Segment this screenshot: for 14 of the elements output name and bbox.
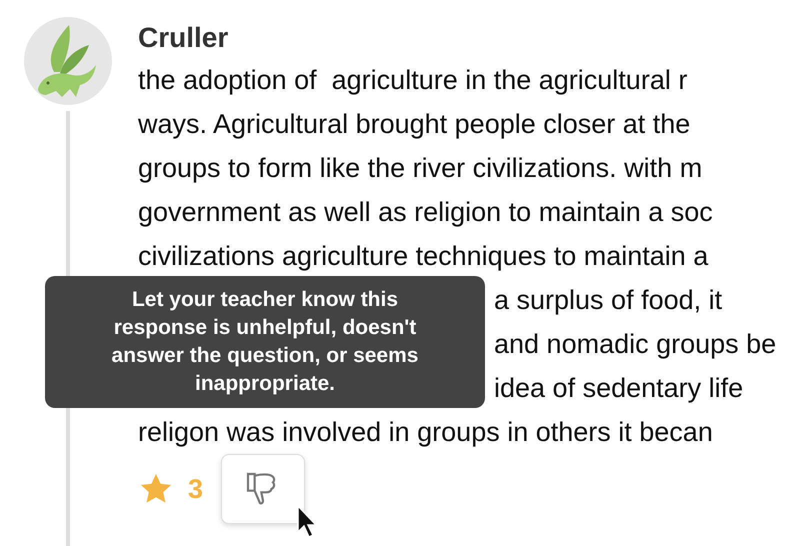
post-text-line: government as well as religion to maintain a soc [138, 196, 713, 229]
post-text-line: idea of sedentary life [494, 372, 744, 405]
star-count: 3 [188, 472, 204, 506]
post-text-line: a surplus of food, it [494, 284, 722, 317]
post-text-line: religon was involved in groups in others it becan [138, 416, 713, 449]
tooltip-text: Let your teacher know this response is unhelpful, doesn't answer the question, or seems inappropriate. [110, 287, 420, 397]
avatar-icon [24, 17, 112, 105]
post-text-line: civilizations agriculture techniques to maintain a [138, 240, 708, 273]
post-text-line: groups to form like the river civilizations. with m [138, 152, 702, 185]
post-text-line: and nomadic groups be [494, 328, 776, 361]
post-text-line: ways. Agricultural brought people closer at the [138, 108, 690, 141]
author-name: Cruller [138, 21, 228, 55]
thumbs-down-button[interactable] [221, 454, 306, 524]
post-text-line: the adoption of agriculture in the agricultural r [138, 64, 688, 97]
